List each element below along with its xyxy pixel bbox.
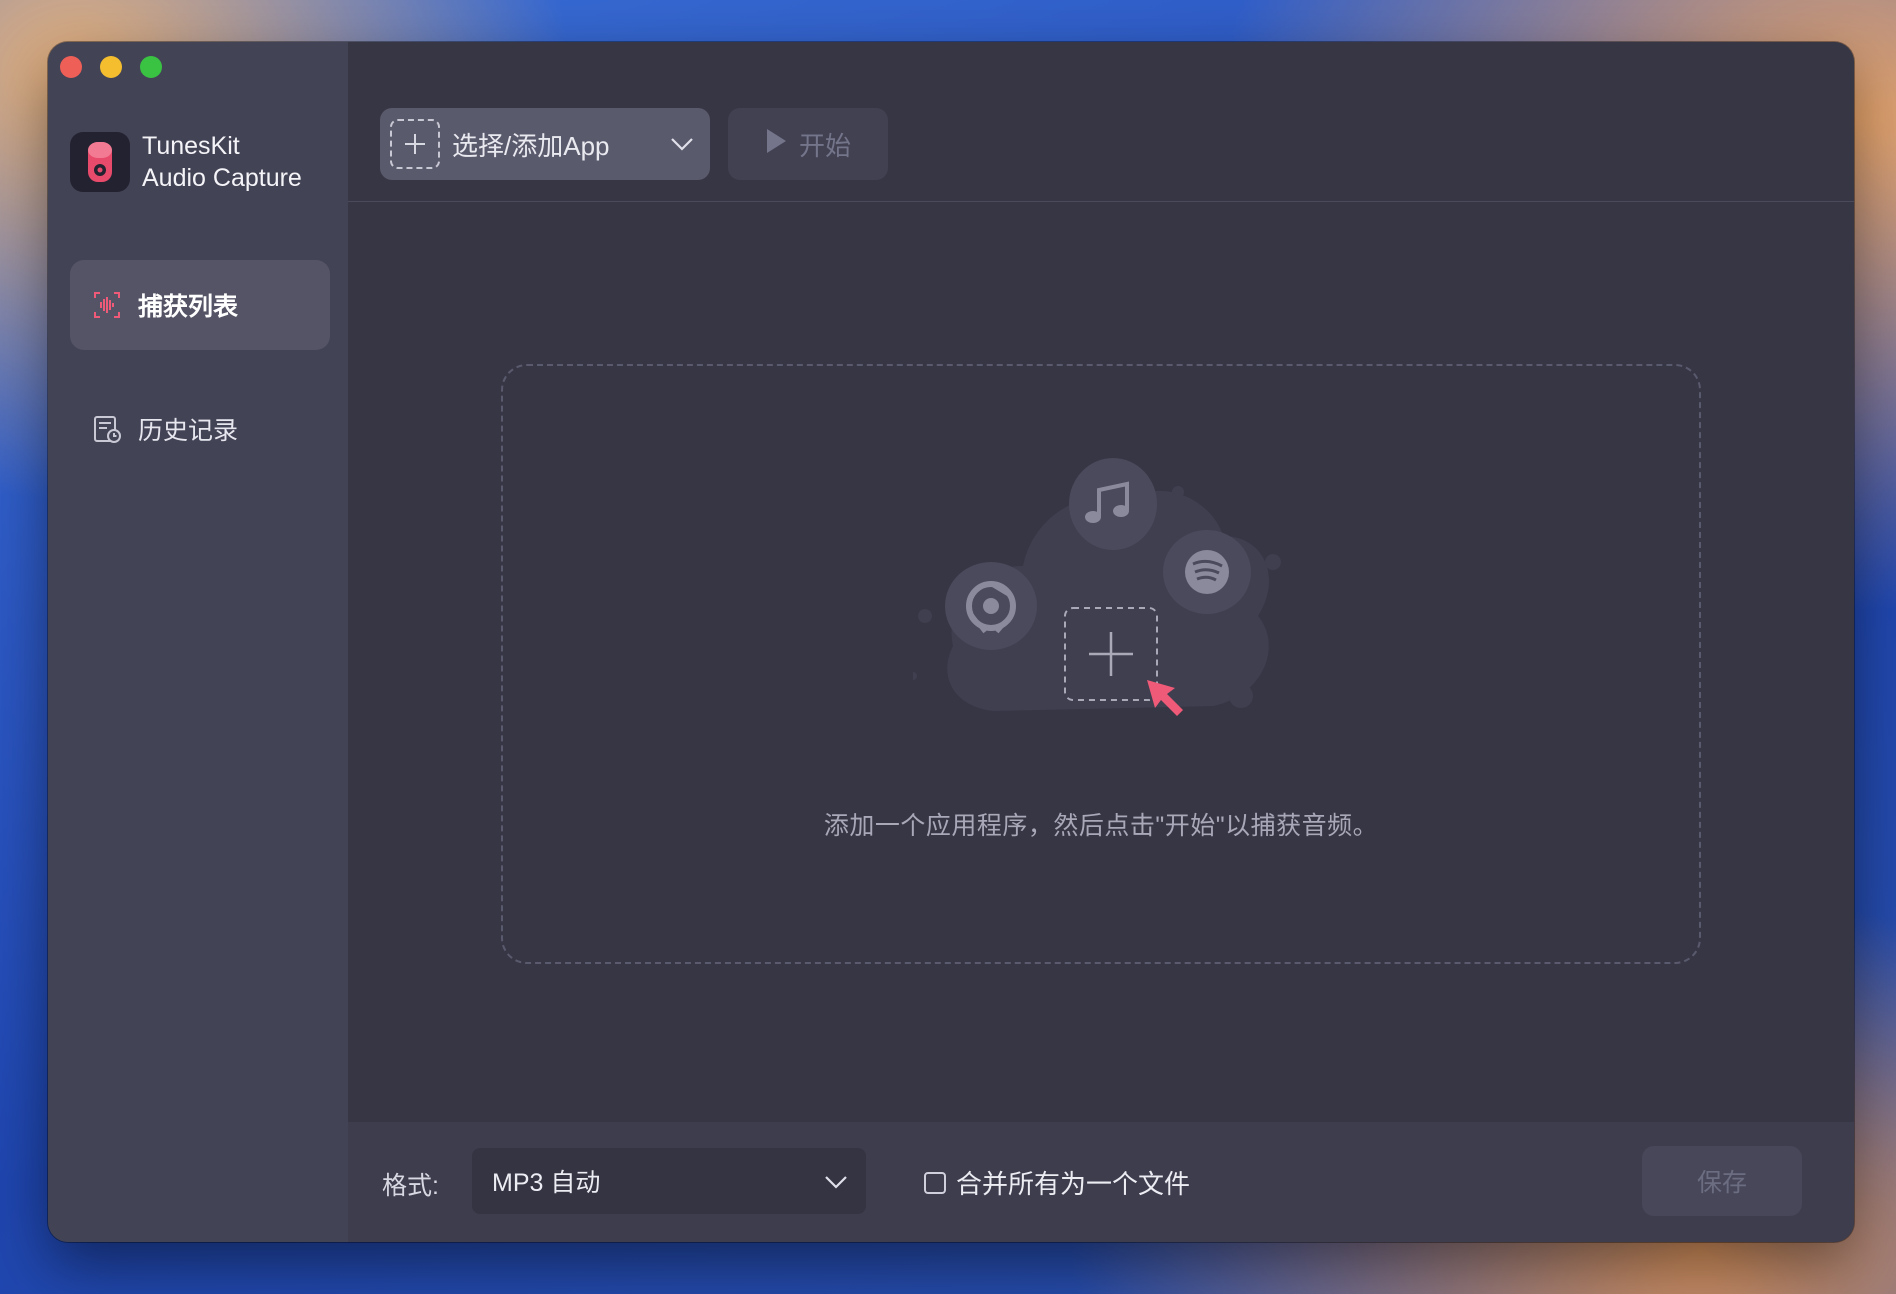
sidebar-item-history[interactable]: 历史记录 (70, 384, 330, 474)
merge-files-option[interactable]: 合并所有为一个文件 (924, 1164, 1190, 1201)
app-name-line1: TunesKit (142, 132, 240, 160)
spotify-icon (1163, 530, 1251, 614)
sidebar-item-label: 捕获列表 (138, 293, 239, 321)
start-button[interactable]: 开始 (728, 108, 888, 180)
app-name-line2: Audio Capture (142, 164, 302, 192)
add-app-dropdown[interactable]: 选择/添加App (380, 108, 710, 180)
waveform-icon (90, 288, 124, 322)
format-value: MP3 自动 (492, 1169, 601, 1197)
footer-bar: 格式: MP3 自动 合并所有为一个文件 保存 (348, 1122, 1854, 1242)
close-window-button[interactable] (60, 56, 82, 78)
sidebar-item-capture-list[interactable]: 捕获列表 (70, 260, 330, 350)
microphone-logo-icon (70, 132, 130, 192)
chevron-down-icon (822, 1168, 850, 1203)
history-icon (90, 412, 124, 446)
app-drop-zone[interactable]: 添加一个应用程序，然后点击"开始"以捕获音频。 (501, 364, 1701, 964)
chrome-icon (945, 562, 1037, 650)
start-label: 开始 (798, 130, 851, 161)
save-button[interactable]: 保存 (1642, 1146, 1802, 1216)
app-window: TunesKit Audio Capture 捕获列表 历史记录 选择/添加Ap… (48, 42, 1854, 1242)
add-app-label: 选择/添加App (452, 130, 610, 161)
maximize-window-button[interactable] (140, 56, 162, 78)
format-select[interactable]: MP3 自动 (472, 1148, 866, 1214)
main-panel: 选择/添加App 开始 添加一个应用程序，然后点击"开始"以捕获音频。 格式: … (348, 42, 1854, 1242)
music-note-icon (1069, 458, 1157, 550)
app-name: TunesKit Audio Capture (142, 130, 302, 194)
sidebar: TunesKit Audio Capture 捕获列表 历史记录 (48, 42, 348, 1242)
minimize-window-button[interactable] (100, 56, 122, 78)
app-brand: TunesKit Audio Capture (70, 130, 302, 194)
merge-checkbox[interactable] (924, 1171, 946, 1194)
add-app-illustration (909, 456, 1313, 756)
toolbar: 选择/添加App 开始 (348, 42, 1854, 202)
drop-zone-hint: 添加一个应用程序，然后点击"开始"以捕获音频。 (823, 812, 1379, 840)
window-controls (60, 56, 162, 78)
plus-icon (390, 119, 440, 169)
format-label: 格式: (382, 1172, 439, 1200)
merge-label: 合并所有为一个文件 (956, 1169, 1191, 1199)
play-icon (765, 128, 787, 161)
chevron-down-icon (668, 130, 696, 165)
sidebar-item-label: 历史记录 (138, 417, 239, 445)
